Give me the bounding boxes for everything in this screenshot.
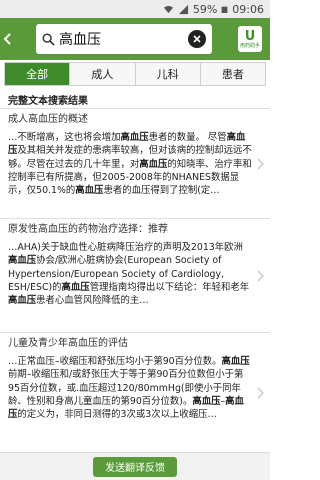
signal-icon	[178, 4, 188, 14]
close-icon	[193, 35, 201, 43]
result-item[interactable]: 原发性高血压的药物治疗选择：推荐 …AHA)关于缺血性心脏病降压治疗的声明及20…	[0, 218, 270, 332]
chevron-left-icon	[3, 33, 11, 45]
tab-adult[interactable]: 成人	[69, 63, 135, 85]
send-feedback-button[interactable]: 发送翻译反馈	[93, 456, 177, 477]
app-logo[interactable]: U 用药助手	[238, 26, 262, 52]
result-title: 原发性高血压的药物治疗选择：推荐	[8, 224, 168, 235]
search-query: 高血压	[59, 32, 101, 48]
filter-tabs: 全部 成人 儿科 患者	[4, 62, 266, 86]
chevron-right-icon	[257, 386, 264, 399]
tab-pediatrics[interactable]: 儿科	[134, 63, 200, 85]
tab-patient[interactable]: 患者	[199, 63, 265, 85]
app-logo-text: 用药助手	[239, 42, 260, 49]
tab-all[interactable]: 全部	[5, 63, 70, 85]
result-item[interactable]: 成人高血压的概述 …不断增高，这也将会增加高血压患者的数量。 尽管高血压及其相关…	[0, 108, 270, 218]
clear-search-button[interactable]	[188, 30, 206, 48]
app-logo-letter: U	[244, 28, 256, 44]
status-bar: 59% 09:06	[0, 0, 270, 18]
search-icon	[42, 32, 55, 46]
battery-percent: 59%	[192, 2, 218, 16]
results-header: 完整文本搜索结果	[8, 96, 88, 107]
battery-icon	[221, 6, 228, 13]
wifi-icon	[163, 5, 173, 13]
footer-bar: 发送翻译反馈	[0, 452, 270, 480]
chevron-right-icon	[257, 269, 264, 282]
search-toolbar: 高血压 U 用药助手	[0, 18, 270, 60]
result-title: 儿童及青少年高血压的评估	[8, 338, 128, 349]
result-item[interactable]: 儿童及青少年高血压的评估 …正常血压–收缩压和舒张压均小于第90百分位数。高血压…	[0, 332, 270, 452]
clock-time: 09:06	[232, 2, 264, 16]
result-snippet: …正常血压–收缩压和舒张压均小于第90百分位数。高血压前期–收缩压和/或舒张压大…	[8, 356, 250, 421]
search-input[interactable]: 高血压	[36, 24, 212, 54]
chevron-right-icon	[257, 157, 264, 170]
back-button[interactable]	[0, 18, 14, 60]
results-list: 成人高血压的概述 …不断增高，这也将会增加高血压患者的数量。 尽管高血压及其相关…	[0, 108, 270, 452]
result-title: 成人高血压的概述	[8, 114, 88, 125]
result-snippet: …不断增高，这也将会增加高血压患者的数量。 尽管高血压及其相关并发症的患病率较高…	[8, 132, 252, 197]
result-snippet: …AHA)关于缺血性心脏病降压治疗的声明及2013年欧洲高血压协会/欧洲心脏病协…	[8, 242, 250, 307]
